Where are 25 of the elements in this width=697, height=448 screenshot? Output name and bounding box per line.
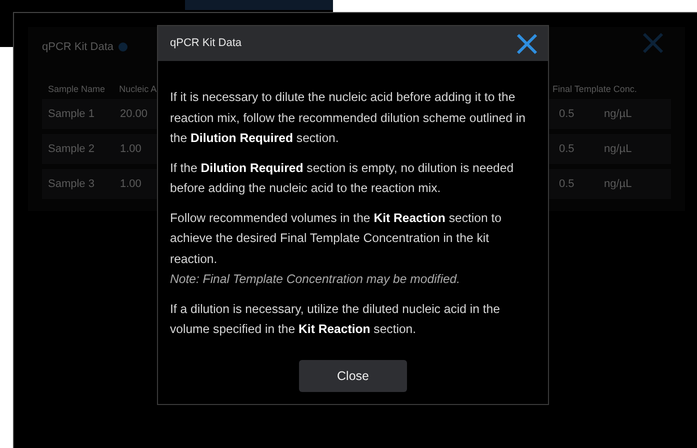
panel-title: qPCR Kit Data	[42, 40, 114, 55]
table-cell: 0.5	[559, 143, 574, 156]
table-cell: 1.00	[120, 178, 142, 190]
column-header: Sample Name	[48, 84, 106, 94]
table-cell: Sample 2	[48, 143, 94, 156]
dialog-title: qPCR Kit Data	[170, 36, 242, 52]
table-cell: 20.00	[120, 108, 148, 120]
paragraph: If a dilution is necessary, utilize the diluted nucleic acid in the volume specified in the Kit Reaction section.	[170, 300, 501, 338]
table-cell: 1.00	[120, 143, 142, 156]
info-icon[interactable]	[118, 42, 128, 52]
column-header: Final Template Conc.	[552, 84, 637, 94]
note-text: Note: Final Template Concentration may be modified.	[170, 271, 462, 288]
column-header: Nucleic A	[119, 84, 157, 94]
table-cell: Sample 3	[48, 178, 94, 190]
table-cell: 0.5	[559, 108, 574, 120]
close-button[interactable]: Close	[299, 360, 407, 392]
paragraph: If the Dilution Required section is empty, no dilution is needed before adding the nucleic acid to the reaction mix.	[170, 160, 515, 197]
close-icon[interactable]	[516, 32, 538, 54]
table-cell: ng/µL	[604, 108, 632, 120]
table-cell: 0.5	[559, 178, 574, 190]
table-cell: ng/µL	[604, 178, 632, 190]
paragraph: Follow recommended volumes in the Kit Reaction section to achieve the desired Final Template Concentration in the kit reaction.	[170, 210, 502, 268]
table-cell: Sample 1	[48, 108, 94, 120]
table-cell: ng/µL	[604, 143, 632, 156]
paragraph: If it is necessary to dilute the nucleic acid before adding it to the reaction mix, follow the recommended dilution scheme outlined in the Dilution Required section.	[170, 89, 526, 147]
